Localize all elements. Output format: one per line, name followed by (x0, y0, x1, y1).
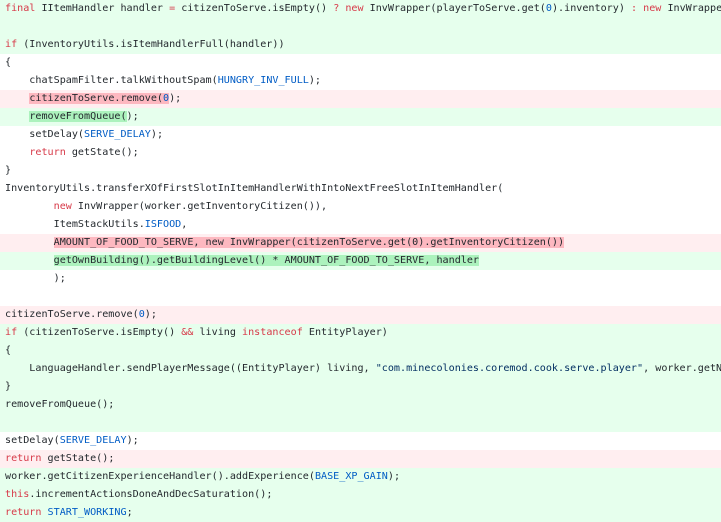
added-line: removeFromQueue(); (0, 396, 721, 414)
code-token: removeFromQueue( (29, 111, 127, 122)
code-token: chatSpamFilter.talkWithoutSpam( (5, 75, 218, 86)
added-line: if (InventoryUtils.isItemHandlerFull(han… (0, 36, 721, 54)
context-line: } (0, 162, 721, 180)
code-token: HUNGRY_INV_FULL (217, 75, 309, 86)
added-line: if (citizenToServe.isEmpty() && living i… (0, 324, 721, 342)
added-line (0, 414, 721, 432)
added-line: this.incrementActionsDoneAndDecSaturatio… (0, 486, 721, 504)
code-token: InventoryUtils.transferXOfFirstSlotInIte… (5, 183, 504, 194)
removed-line: citizenToServe.remove(0); (0, 90, 721, 108)
context-line: InventoryUtils.transferXOfFirstSlotInIte… (0, 180, 721, 198)
code-token: new (643, 3, 662, 14)
removed-line: citizenToServe.remove(0); (0, 306, 721, 324)
code-token: new (53, 201, 72, 212)
code-token: citizenToServe.isEmpty() (175, 3, 334, 14)
added-line (0, 18, 721, 36)
code-token: getState(); (65, 147, 139, 158)
added-line: } (0, 378, 721, 396)
code-token: if (5, 327, 18, 338)
code-token: ); (126, 435, 139, 446)
code-token: if (5, 39, 18, 50)
code-token: ); (308, 75, 322, 86)
code-token: SERVE_DELAY (59, 435, 127, 446)
code-token: ); (169, 93, 182, 104)
code-token: AMOUNT_OF_FOOD_TO_SERVE, new InvWrapper(… (53, 237, 565, 248)
code-token: (InventoryUtils.isItemHandlerFull(handle… (17, 39, 285, 50)
code-token: { (5, 345, 12, 356)
code-token: worker.getCitizenExperienceHandler().add… (5, 471, 315, 482)
code-diff-view: final IItemHandler handler = citizenToSe… (0, 0, 721, 522)
code-token: ); (387, 471, 401, 482)
code-token: ); (150, 129, 164, 140)
code-token: ); (144, 309, 157, 320)
code-token: citizenToServe.remove( (5, 309, 139, 320)
code-token: , worker.getName()) (643, 363, 721, 374)
context-line: setDelay(SERVE_DELAY); (0, 126, 721, 144)
context-line: chatSpamFilter.talkWithoutSpam(HUNGRY_IN… (0, 72, 721, 90)
code-token: (citizenToServe.isEmpty() (17, 327, 182, 338)
code-token: InvWrapper(citiz (667, 3, 721, 14)
code-token: ); (5, 273, 66, 284)
code-token: START_WORKING (47, 507, 127, 518)
code-token: getState(); (41, 453, 115, 464)
code-token: && (181, 327, 194, 338)
code-token: return (29, 147, 66, 158)
code-token: removeFromQueue(); (5, 399, 115, 410)
removed-line: return getState(); (0, 450, 721, 468)
code-token: ); (126, 111, 139, 122)
code-token: return (5, 453, 42, 464)
added-line: getOwnBuilding().getBuildingLevel() * AM… (0, 252, 721, 270)
code-token: ).inventory) (551, 3, 631, 14)
code-token: getOwnBuilding().getBuildingLevel() * AM… (53, 255, 480, 266)
added-line: return START_WORKING; (0, 504, 721, 522)
code-token: LanguageHandler.sendPlayerMessage((Entit… (5, 363, 376, 374)
code-token: instanceof (242, 327, 303, 338)
added-line: worker.getCitizenExperienceHandler().add… (0, 468, 721, 486)
added-line: removeFromQueue(); (0, 108, 721, 126)
code-token: setDelay( (5, 129, 85, 140)
code-token: ItemStackUtils. (5, 219, 145, 230)
code-token: SERVE_DELAY (84, 129, 151, 140)
code-token: setDelay( (5, 435, 60, 446)
added-line: final IItemHandler handler = citizenToSe… (0, 0, 721, 18)
code-token: final (5, 3, 36, 14)
code-token: } (5, 381, 12, 392)
code-token: citizenToServe.remove( (29, 93, 164, 104)
code-token: EntityPlayer) (302, 327, 388, 338)
code-token: ISFOOD (144, 219, 182, 230)
code-token: ; (126, 507, 133, 518)
context-line: return getState(); (0, 144, 721, 162)
context-line (0, 288, 721, 306)
code-token: new (345, 3, 364, 14)
context-line: { (0, 54, 721, 72)
context-line: ItemStackUtils.ISFOOD, (0, 216, 721, 234)
code-token: , (181, 219, 188, 230)
code-token: BASE_XP_GAIN (314, 471, 388, 482)
context-line: ); (0, 270, 721, 288)
added-line: { (0, 342, 721, 360)
added-line: LanguageHandler.sendPlayerMessage((Entit… (0, 360, 721, 378)
context-line: new InvWrapper(worker.getInventoryCitize… (0, 198, 721, 216)
code-token: InvWrapper(worker.getInventoryCitizen())… (71, 201, 328, 212)
code-token: return (5, 507, 42, 518)
code-token: living (193, 327, 243, 338)
code-token: InvWrapper(playerToServe.get( (363, 3, 546, 14)
code-token: this (5, 489, 30, 500)
code-token: .incrementActionsDoneAndDecSaturation(); (29, 489, 273, 500)
context-line: setDelay(SERVE_DELAY); (0, 432, 721, 450)
removed-line: AMOUNT_OF_FOOD_TO_SERVE, new InvWrapper(… (0, 234, 721, 252)
code-token: } (5, 165, 12, 176)
code-token: { (5, 57, 12, 68)
code-token: IItemHandler handler (35, 3, 170, 14)
code-token: "com.minecolonies.coremod.cook.serve.pla… (375, 363, 644, 374)
